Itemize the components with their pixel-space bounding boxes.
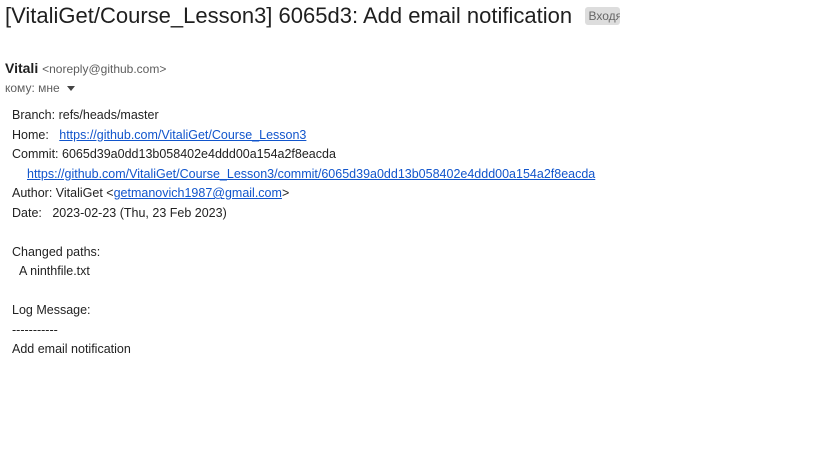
log-message-text: Add email notification — [12, 342, 131, 356]
home-link[interactable]: https://github.com/VitaliGet/Course_Less… — [59, 128, 306, 142]
changed-file: A ninthfile.txt — [19, 264, 90, 278]
commit-hash: 6065d39a0dd13b058402e4ddd00a154a2f8eacda — [62, 147, 336, 161]
date-line: Date: 2023-02-23 (Thu, 23 Feb 2023) — [12, 204, 595, 224]
author-line: Author: VitaliGet <getmanovich1987@gmail… — [12, 186, 290, 200]
sender-name[interactable]: Vitali — [5, 60, 38, 76]
home-label: Home: — [12, 127, 49, 142]
home-line: Home: https://github.com/VitaliGet/Cours… — [12, 126, 595, 146]
author-label: Author: — [12, 186, 53, 200]
commit-link[interactable]: https://github.com/VitaliGet/Course_Less… — [27, 167, 595, 181]
email-subject-row: [VitaliGet/Course_Lesson3] 6065d3: Add e… — [5, 2, 620, 30]
branch-line: Branch: refs/heads/master — [12, 106, 595, 126]
author-email-link[interactable]: getmanovich1987@gmail.com — [114, 186, 282, 200]
recipient-row[interactable]: кому: мне — [5, 81, 76, 95]
sender-row: Vitali <noreply@github.com> — [5, 60, 166, 76]
commit-label: Commit: — [12, 147, 59, 161]
date-label: Date: — [12, 205, 42, 220]
branch-label: Branch: — [12, 108, 56, 122]
recipient-label: кому: мне — [5, 81, 60, 95]
sender-email: <noreply@github.com> — [42, 62, 167, 76]
chevron-down-icon[interactable] — [67, 86, 76, 92]
changed-paths-heading: Changed paths: — [12, 244, 101, 259]
date-value: 2023-02-23 (Thu, 23 Feb 2023) — [52, 205, 227, 220]
commit-link-line: https://github.com/VitaliGet/Course_Less… — [12, 165, 595, 185]
inbox-label-chip[interactable]: Входящие — [584, 7, 620, 25]
author-name: VitaliGet — [55, 186, 103, 200]
commit-line: Commit: 6065d39a0dd13b058402e4ddd00a154a… — [12, 145, 595, 165]
log-message-heading: Log Message: — [12, 303, 91, 317]
branch-value: refs/heads/master — [58, 108, 159, 122]
email-subject: [VitaliGet/Course_Lesson3] 6065d3: Add e… — [5, 3, 573, 28]
email-body: Branch: refs/heads/master Home: https://… — [12, 106, 595, 360]
separator-line: ----------- — [12, 322, 58, 337]
